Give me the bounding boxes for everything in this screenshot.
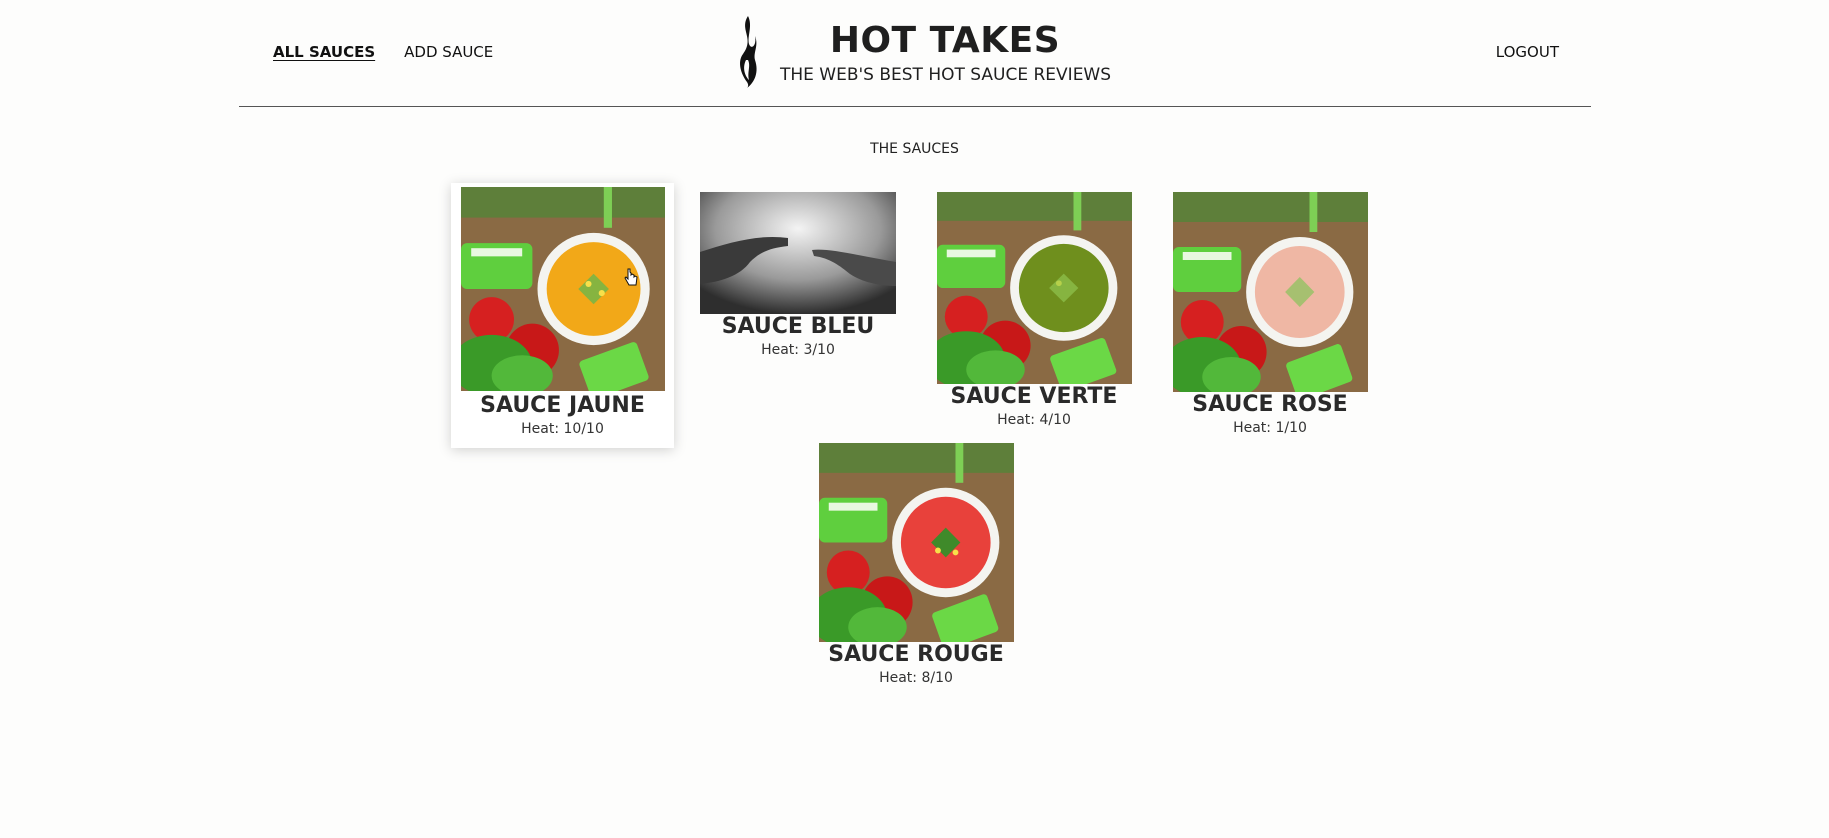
sauce-name: SAUCE ROSE (1192, 392, 1348, 417)
sauce-card[interactable]: SAUCE JAUNE Heat: 10/10 (451, 183, 674, 448)
nav-add-sauce-link[interactable]: ADD SAUCE (404, 43, 493, 61)
sauce-card[interactable]: SAUCE ROSE Heat: 1/10 (1172, 192, 1368, 444)
sauce-image (700, 192, 896, 314)
nav-all-sauces-link[interactable]: ALL SAUCES (273, 43, 375, 61)
site-title: HOT TAKES (829, 20, 1061, 61)
sauce-image (1172, 192, 1368, 392)
sauce-heat: Heat: 10/10 (521, 421, 604, 437)
sauce-heat: Heat: 4/10 (997, 412, 1071, 428)
flame-icon (740, 16, 757, 88)
main-nav: ALL SAUCES ADD SAUCE (273, 43, 493, 61)
sauce-name: SAUCE JAUNE (480, 393, 645, 418)
pointer-cursor-icon (624, 268, 638, 286)
sauce-name: SAUCE ROUGE (828, 642, 1004, 667)
sauce-image (818, 443, 1014, 642)
sauce-card[interactable]: SAUCE ROUGE Heat: 8/10 (818, 443, 1014, 693)
section-title: THE SAUCES (870, 141, 959, 157)
sauce-heat: Heat: 3/10 (761, 342, 835, 358)
brand: HOT TAKES THE WEB'S BEST HOT SAUCE REVIE… (733, 16, 1113, 90)
sauce-image (936, 192, 1132, 384)
site-header: ALL SAUCES ADD SAUCE HOT TAKES THE WEB'S… (239, 0, 1591, 107)
sauce-heat: Heat: 1/10 (1233, 420, 1307, 436)
sauce-heat: Heat: 8/10 (879, 670, 953, 686)
sauce-card[interactable]: SAUCE BLEU Heat: 3/10 (700, 192, 896, 362)
sauce-name: SAUCE VERTE (950, 384, 1118, 409)
site-tagline: THE WEB'S BEST HOT SAUCE REVIEWS (779, 65, 1112, 85)
sauce-card[interactable]: SAUCE VERTE Heat: 4/10 (936, 192, 1132, 437)
logout-link[interactable]: LOGOUT (1496, 43, 1559, 61)
sauce-name: SAUCE BLEU (721, 314, 875, 339)
sauce-image (460, 187, 665, 391)
